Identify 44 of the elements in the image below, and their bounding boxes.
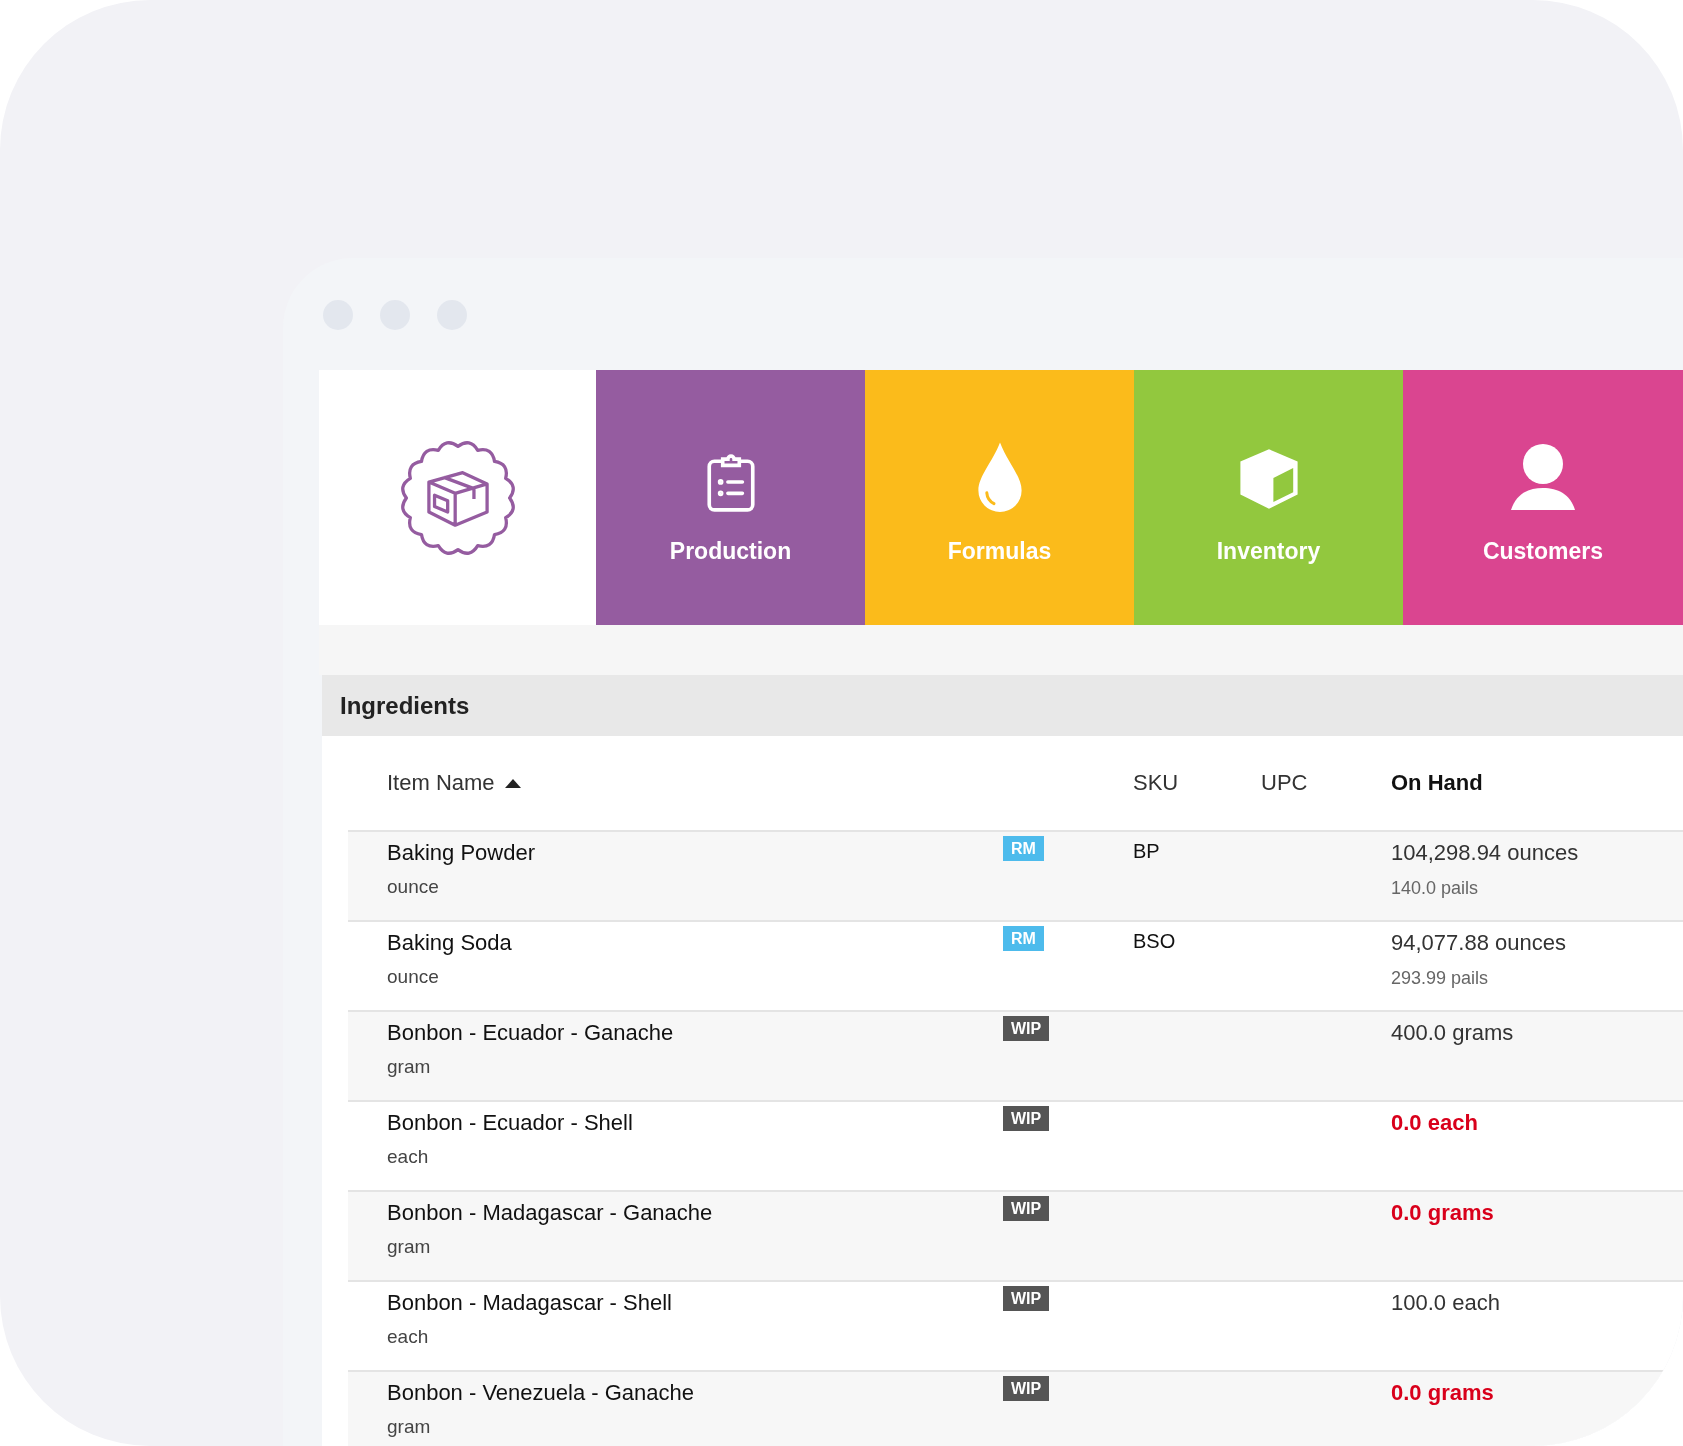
table-row[interactable]: Baking Powder ounce RM BP 104,298.94 ounces 140.0 pails [348,832,1683,922]
type-tag: WIP [1003,1016,1050,1041]
item-name: Baking Powder [387,840,536,866]
item-unit: each [387,1326,430,1348]
clipboard-icon [705,454,756,512]
column-header[interactable]: On Hand [1391,770,1483,796]
on-hand-amount: 100.0 each [1391,1290,1501,1316]
on-hand-amount: 0.0 each [1391,1110,1479,1136]
item-unit: gram [387,1236,432,1258]
type-tag: WIP [1003,1196,1050,1221]
column-header[interactable]: UPC [1261,770,1308,796]
column-header[interactable]: SKU [1133,770,1179,796]
column-header[interactable]: Item Name [387,770,495,796]
type-tag: RM [1003,836,1044,861]
sku-cell-text: BSO [1133,929,1176,952]
on-hand-amount: 0.0 grams [1391,1380,1495,1406]
table-row[interactable]: Bonbon - Ecuador - Ganache gram WIP 400.0 grams [348,1012,1683,1102]
nav-tile[interactable]: Production [596,370,865,625]
alt-amount: 293.99 pails [1391,968,1490,989]
item-name: Bonbon - Venezuela - Ganache [387,1380,695,1406]
item-unit: ounce [387,876,440,898]
on-hand-amount: 104,298.94 ounces [1391,840,1580,866]
item-name: Bonbon - Madagascar - Ganache [387,1200,714,1226]
item-name: Bonbon - Ecuador - Ganache [387,1020,675,1046]
on-hand-amount: 94,077.88 ounces [1391,930,1567,956]
nav-tile[interactable]: Customers [1403,370,1683,625]
type-tag: WIP [1003,1376,1050,1401]
item-unit: ounce [387,966,440,988]
alt-amount: 140.0 pails [1391,878,1480,899]
panel-title: Ingredients [340,691,470,720]
item-name: Baking Soda [387,930,513,956]
item-name: Bonbon - Madagascar - Shell [387,1290,673,1316]
table-row[interactable]: Bonbon - Madagascar - Ganache gram WIP 0.0 grams [348,1192,1683,1282]
type-tag: RM [1003,926,1044,951]
item-unit: each [387,1146,430,1168]
sku-cell-text: BP [1133,839,1160,862]
item-unit: gram [387,1416,432,1438]
type-tag: WIP [1003,1286,1050,1311]
on-hand-amount: 400.0 grams [1391,1020,1515,1046]
type-tag: WIP [1003,1106,1050,1131]
sort-up-icon [504,778,521,788]
item-unit: gram [387,1056,432,1078]
on-hand-amount: 0.0 grams [1391,1200,1495,1226]
item-name: Bonbon - Ecuador - Shell [387,1110,634,1136]
